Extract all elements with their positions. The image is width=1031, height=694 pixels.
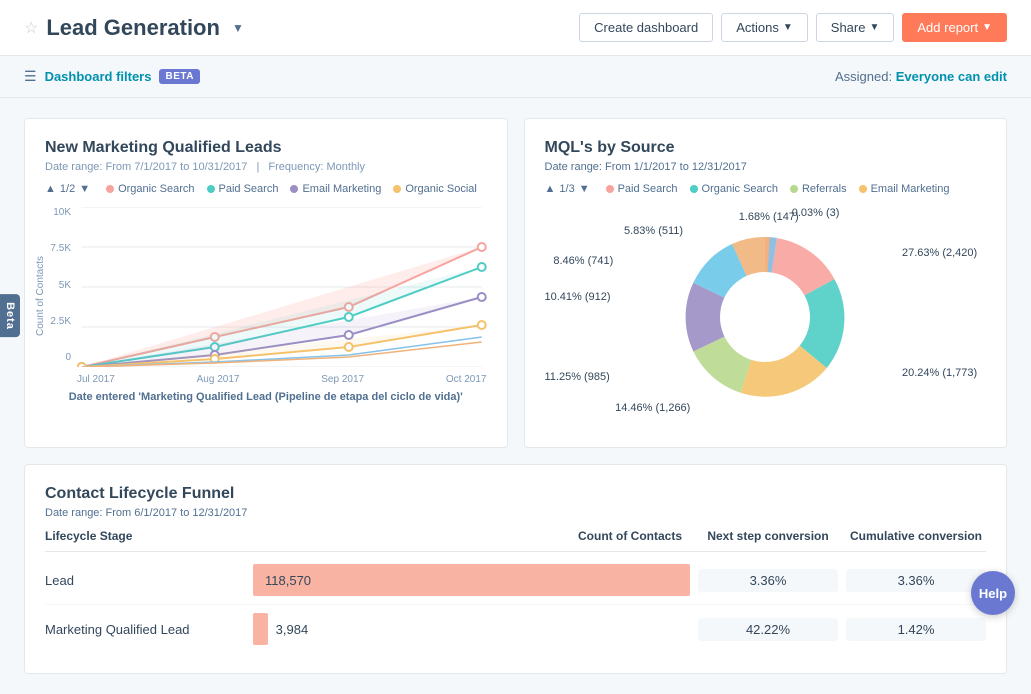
add-report-button[interactable]: Add report ▼ bbox=[902, 13, 1007, 42]
legend-paid-search: Paid Search bbox=[207, 183, 279, 195]
lead-cumulative: 3.36% bbox=[846, 569, 986, 592]
help-button[interactable]: Help bbox=[971, 571, 1015, 615]
y-tick-25k: 2.5K bbox=[45, 316, 71, 327]
beta-badge: BETA bbox=[159, 69, 199, 84]
donut-label-4: 11.25% (985) bbox=[545, 371, 610, 383]
mqls-legend-paid-search: Paid Search bbox=[606, 183, 678, 195]
y-tick-0: 0 bbox=[45, 352, 71, 363]
mqls-by-source-card: MQL's by Source Date range: From 1/1/201… bbox=[524, 118, 1008, 448]
legend-dot-organic-social bbox=[393, 185, 401, 193]
new-mql-nav[interactable]: ▲ 1/2 ▼ bbox=[45, 183, 90, 195]
donut-label-2: 20.24% (1,773) bbox=[902, 367, 977, 379]
legend-dot-organic-search bbox=[106, 185, 114, 193]
new-mql-legend: ▲ 1/2 ▼ Organic Search Paid Search Email… bbox=[45, 183, 487, 195]
chart-caption: Date entered 'Marketing Qualified Lead (… bbox=[45, 391, 487, 403]
mql-stage-label: Marketing Qualified Lead bbox=[45, 622, 245, 637]
donut-chart-container: 27.63% (2,420) 20.24% (1,773) 14.46% (1,… bbox=[545, 207, 987, 427]
funnel-date: Date range: From 6/1/2017 to 12/31/2017 bbox=[45, 507, 986, 519]
legend-organic-search: Organic Search bbox=[106, 183, 194, 195]
main-content: New Marketing Qualified Leads Date range… bbox=[0, 98, 1031, 694]
legend-dot-paid-search bbox=[207, 185, 215, 193]
top-grid-row: New Marketing Qualified Leads Date range… bbox=[24, 118, 1007, 448]
header-right: Create dashboard Actions ▼ Share ▼ Add r… bbox=[579, 13, 1007, 42]
funnel-title: Contact Lifecycle Funnel bbox=[45, 485, 986, 503]
y-tick-5k: 5K bbox=[45, 280, 71, 291]
mql-next-step: 42.22% bbox=[698, 618, 838, 641]
assigned-value[interactable]: Everyone can edit bbox=[896, 69, 1007, 84]
assigned-section: Assigned: Everyone can edit bbox=[835, 69, 1007, 84]
dashboard-filters-label[interactable]: Dashboard filters bbox=[45, 69, 152, 84]
next-icon: ▼ bbox=[579, 183, 590, 195]
mqls-legend: ▲ 1/3 ▼ Paid Search Organic Search Refer… bbox=[545, 183, 987, 195]
donut-label-5: 10.41% (912) bbox=[545, 291, 611, 303]
funnel-card: Contact Lifecycle Funnel Date range: Fro… bbox=[24, 464, 1007, 674]
lead-count: 118,570 bbox=[265, 573, 311, 588]
star-icon[interactable]: ☆ bbox=[24, 18, 38, 38]
mqls-title: MQL's by Source bbox=[545, 139, 987, 157]
mqls-legend-email-marketing: Email Marketing bbox=[859, 183, 950, 195]
create-dashboard-button[interactable]: Create dashboard bbox=[579, 13, 713, 42]
beta-button[interactable]: Beta bbox=[0, 294, 20, 338]
donut-label-1: 27.63% (2,420) bbox=[902, 247, 977, 259]
line-chart bbox=[77, 207, 487, 367]
mql-cumulative: 1.42% bbox=[846, 618, 986, 641]
next-icon: ▼ bbox=[79, 183, 90, 195]
filters-bar: ☰ Dashboard filters BETA Assigned: Every… bbox=[0, 56, 1031, 98]
new-mql-title: New Marketing Qualified Leads bbox=[45, 139, 487, 157]
page-title: Lead Generation bbox=[46, 15, 220, 41]
prev-icon: ▲ bbox=[45, 183, 56, 195]
x-label-aug: Aug 2017 bbox=[197, 374, 240, 385]
x-label-jul: Jul 2017 bbox=[77, 374, 115, 385]
legend-dot-email-marketing bbox=[290, 185, 298, 193]
mql-bar-container: 3,984 bbox=[253, 613, 690, 645]
prev-icon: ▲ bbox=[545, 183, 556, 195]
actions-dropdown-icon: ▼ bbox=[783, 22, 793, 33]
y-tick-75k: 7.5K bbox=[45, 243, 71, 254]
col-lifecycle-stage: Lifecycle Stage bbox=[45, 529, 245, 543]
y-axis-label: Count of Contacts bbox=[35, 256, 46, 336]
actions-button[interactable]: Actions ▼ bbox=[721, 13, 808, 42]
donut-chart bbox=[655, 207, 875, 427]
header-left: ☆ Lead Generation ▼ bbox=[24, 15, 244, 41]
col-count-contacts: Count of Contacts bbox=[253, 529, 690, 543]
col-cumulative: Cumulative conversion bbox=[846, 529, 986, 543]
assigned-label: Assigned: bbox=[835, 69, 892, 84]
funnel-row-mql: Marketing Qualified Lead 3,984 42.22% 1.… bbox=[45, 605, 986, 653]
share-dropdown-icon: ▼ bbox=[869, 22, 879, 33]
mqls-legend-organic-search: Organic Search bbox=[690, 183, 778, 195]
mqls-nav[interactable]: ▲ 1/3 ▼ bbox=[545, 183, 590, 195]
filters-left: ☰ Dashboard filters BETA bbox=[24, 68, 200, 85]
x-label-oct: Oct 2017 bbox=[446, 374, 487, 385]
legend-organic-social: Organic Social bbox=[393, 183, 477, 195]
mql-count: 3,984 bbox=[276, 622, 309, 637]
new-mql-card: New Marketing Qualified Leads Date range… bbox=[24, 118, 508, 448]
title-dropdown-icon[interactable]: ▼ bbox=[232, 21, 244, 35]
lead-bar-container: 118,570 bbox=[253, 564, 690, 596]
funnel-row-lead: Lead 118,570 3.36% 3.36% bbox=[45, 556, 986, 605]
share-button[interactable]: Share ▼ bbox=[816, 13, 895, 42]
y-tick-10k: 10K bbox=[45, 207, 71, 218]
legend-email-marketing: Email Marketing bbox=[290, 183, 381, 195]
x-label-sep: Sep 2017 bbox=[321, 374, 364, 385]
lead-stage-label: Lead bbox=[45, 573, 245, 588]
add-report-dropdown-icon: ▼ bbox=[982, 22, 992, 33]
header: ☆ Lead Generation ▼ Create dashboard Act… bbox=[0, 0, 1031, 56]
col-next-step: Next step conversion bbox=[698, 529, 838, 543]
new-mql-date: Date range: From 7/1/2017 to 10/31/2017 … bbox=[45, 161, 487, 173]
lead-next-step: 3.36% bbox=[698, 569, 838, 592]
mqls-legend-referrals: Referrals bbox=[790, 183, 847, 195]
filter-icon: ☰ bbox=[24, 68, 37, 85]
mqls-date: Date range: From 1/1/2017 to 12/31/2017 bbox=[545, 161, 987, 173]
donut-label-6: 8.46% (741) bbox=[553, 255, 613, 267]
